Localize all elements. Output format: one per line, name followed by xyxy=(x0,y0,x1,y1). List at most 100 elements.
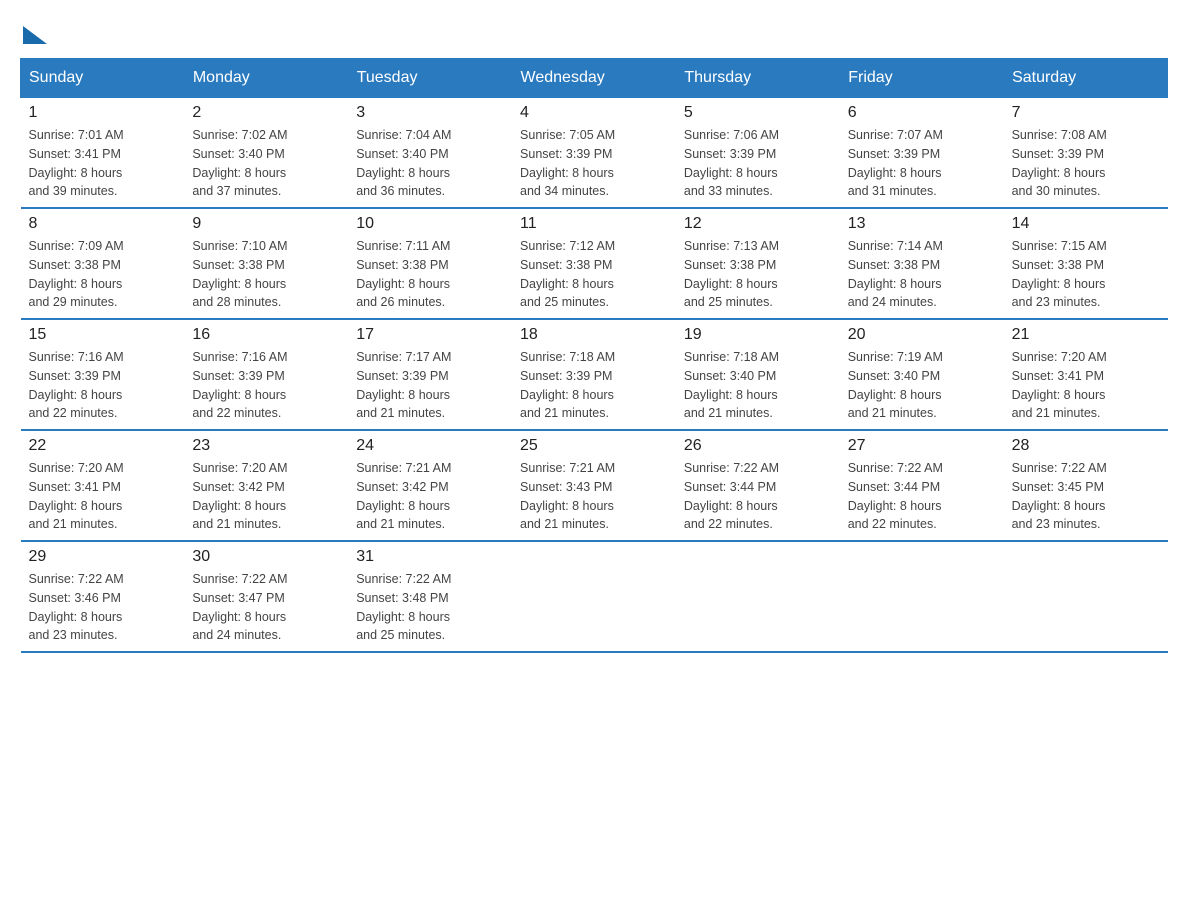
day-info: Sunrise: 7:22 AMSunset: 3:47 PMDaylight:… xyxy=(192,570,340,645)
day-info: Sunrise: 7:18 AMSunset: 3:40 PMDaylight:… xyxy=(684,348,832,423)
day-number: 7 xyxy=(1012,104,1160,122)
day-info: Sunrise: 7:20 AMSunset: 3:41 PMDaylight:… xyxy=(29,459,177,534)
page-header xyxy=(20,20,1168,42)
calendar-week-row: 15 Sunrise: 7:16 AMSunset: 3:39 PMDaylig… xyxy=(21,319,1168,430)
calendar-cell: 28 Sunrise: 7:22 AMSunset: 3:45 PMDaylig… xyxy=(1004,430,1168,541)
calendar-cell: 4 Sunrise: 7:05 AMSunset: 3:39 PMDayligh… xyxy=(512,98,676,209)
calendar-cell: 20 Sunrise: 7:19 AMSunset: 3:40 PMDaylig… xyxy=(840,319,1004,430)
calendar-cell: 25 Sunrise: 7:21 AMSunset: 3:43 PMDaylig… xyxy=(512,430,676,541)
calendar-cell: 12 Sunrise: 7:13 AMSunset: 3:38 PMDaylig… xyxy=(676,208,840,319)
day-info: Sunrise: 7:11 AMSunset: 3:38 PMDaylight:… xyxy=(356,237,504,312)
day-info: Sunrise: 7:15 AMSunset: 3:38 PMDaylight:… xyxy=(1012,237,1160,312)
calendar-cell: 6 Sunrise: 7:07 AMSunset: 3:39 PMDayligh… xyxy=(840,98,1004,209)
day-info: Sunrise: 7:02 AMSunset: 3:40 PMDaylight:… xyxy=(192,126,340,201)
day-info: Sunrise: 7:13 AMSunset: 3:38 PMDaylight:… xyxy=(684,237,832,312)
day-info: Sunrise: 7:01 AMSunset: 3:41 PMDaylight:… xyxy=(29,126,177,201)
weekday-header-friday: Friday xyxy=(840,59,1004,98)
calendar-cell: 9 Sunrise: 7:10 AMSunset: 3:38 PMDayligh… xyxy=(184,208,348,319)
calendar-cell xyxy=(840,541,1004,652)
day-info: Sunrise: 7:18 AMSunset: 3:39 PMDaylight:… xyxy=(520,348,668,423)
calendar-cell: 21 Sunrise: 7:20 AMSunset: 3:41 PMDaylig… xyxy=(1004,319,1168,430)
calendar-cell: 24 Sunrise: 7:21 AMSunset: 3:42 PMDaylig… xyxy=(348,430,512,541)
calendar-cell: 1 Sunrise: 7:01 AMSunset: 3:41 PMDayligh… xyxy=(21,98,185,209)
day-number: 21 xyxy=(1012,326,1160,344)
day-info: Sunrise: 7:20 AMSunset: 3:41 PMDaylight:… xyxy=(1012,348,1160,423)
calendar-cell: 14 Sunrise: 7:15 AMSunset: 3:38 PMDaylig… xyxy=(1004,208,1168,319)
calendar-cell xyxy=(676,541,840,652)
calendar-cell: 27 Sunrise: 7:22 AMSunset: 3:44 PMDaylig… xyxy=(840,430,1004,541)
day-info: Sunrise: 7:05 AMSunset: 3:39 PMDaylight:… xyxy=(520,126,668,201)
calendar-cell: 13 Sunrise: 7:14 AMSunset: 3:38 PMDaylig… xyxy=(840,208,1004,319)
day-info: Sunrise: 7:10 AMSunset: 3:38 PMDaylight:… xyxy=(192,237,340,312)
weekday-header-saturday: Saturday xyxy=(1004,59,1168,98)
calendar-cell: 8 Sunrise: 7:09 AMSunset: 3:38 PMDayligh… xyxy=(21,208,185,319)
calendar-cell: 3 Sunrise: 7:04 AMSunset: 3:40 PMDayligh… xyxy=(348,98,512,209)
weekday-header-sunday: Sunday xyxy=(21,59,185,98)
weekday-header-row: SundayMondayTuesdayWednesdayThursdayFrid… xyxy=(21,59,1168,98)
day-number: 10 xyxy=(356,215,504,233)
calendar-cell: 7 Sunrise: 7:08 AMSunset: 3:39 PMDayligh… xyxy=(1004,98,1168,209)
weekday-header-wednesday: Wednesday xyxy=(512,59,676,98)
day-number: 28 xyxy=(1012,437,1160,455)
weekday-header-tuesday: Tuesday xyxy=(348,59,512,98)
day-info: Sunrise: 7:20 AMSunset: 3:42 PMDaylight:… xyxy=(192,459,340,534)
day-number: 9 xyxy=(192,215,340,233)
calendar-cell xyxy=(512,541,676,652)
calendar-cell: 17 Sunrise: 7:17 AMSunset: 3:39 PMDaylig… xyxy=(348,319,512,430)
weekday-header-thursday: Thursday xyxy=(676,59,840,98)
day-number: 11 xyxy=(520,215,668,233)
day-number: 3 xyxy=(356,104,504,122)
day-number: 24 xyxy=(356,437,504,455)
day-info: Sunrise: 7:12 AMSunset: 3:38 PMDaylight:… xyxy=(520,237,668,312)
day-number: 25 xyxy=(520,437,668,455)
day-info: Sunrise: 7:16 AMSunset: 3:39 PMDaylight:… xyxy=(29,348,177,423)
calendar-cell: 23 Sunrise: 7:20 AMSunset: 3:42 PMDaylig… xyxy=(184,430,348,541)
day-number: 8 xyxy=(29,215,177,233)
day-number: 5 xyxy=(684,104,832,122)
day-number: 31 xyxy=(356,548,504,566)
calendar-cell: 15 Sunrise: 7:16 AMSunset: 3:39 PMDaylig… xyxy=(21,319,185,430)
calendar-week-row: 8 Sunrise: 7:09 AMSunset: 3:38 PMDayligh… xyxy=(21,208,1168,319)
day-info: Sunrise: 7:22 AMSunset: 3:44 PMDaylight:… xyxy=(684,459,832,534)
day-number: 27 xyxy=(848,437,996,455)
day-number: 6 xyxy=(848,104,996,122)
day-number: 19 xyxy=(684,326,832,344)
day-number: 2 xyxy=(192,104,340,122)
day-info: Sunrise: 7:04 AMSunset: 3:40 PMDaylight:… xyxy=(356,126,504,201)
calendar-week-row: 29 Sunrise: 7:22 AMSunset: 3:46 PMDaylig… xyxy=(21,541,1168,652)
day-info: Sunrise: 7:22 AMSunset: 3:46 PMDaylight:… xyxy=(29,570,177,645)
day-number: 29 xyxy=(29,548,177,566)
day-info: Sunrise: 7:21 AMSunset: 3:43 PMDaylight:… xyxy=(520,459,668,534)
calendar-cell: 31 Sunrise: 7:22 AMSunset: 3:48 PMDaylig… xyxy=(348,541,512,652)
day-number: 4 xyxy=(520,104,668,122)
calendar-week-row: 22 Sunrise: 7:20 AMSunset: 3:41 PMDaylig… xyxy=(21,430,1168,541)
logo-arrow-icon xyxy=(23,26,47,44)
calendar-cell: 5 Sunrise: 7:06 AMSunset: 3:39 PMDayligh… xyxy=(676,98,840,209)
calendar-cell xyxy=(1004,541,1168,652)
day-info: Sunrise: 7:22 AMSunset: 3:44 PMDaylight:… xyxy=(848,459,996,534)
day-info: Sunrise: 7:16 AMSunset: 3:39 PMDaylight:… xyxy=(192,348,340,423)
day-number: 30 xyxy=(192,548,340,566)
calendar-cell: 18 Sunrise: 7:18 AMSunset: 3:39 PMDaylig… xyxy=(512,319,676,430)
day-number: 17 xyxy=(356,326,504,344)
calendar-cell: 26 Sunrise: 7:22 AMSunset: 3:44 PMDaylig… xyxy=(676,430,840,541)
calendar-table: SundayMondayTuesdayWednesdayThursdayFrid… xyxy=(20,58,1168,653)
day-info: Sunrise: 7:21 AMSunset: 3:42 PMDaylight:… xyxy=(356,459,504,534)
day-info: Sunrise: 7:06 AMSunset: 3:39 PMDaylight:… xyxy=(684,126,832,201)
day-number: 12 xyxy=(684,215,832,233)
day-number: 14 xyxy=(1012,215,1160,233)
day-info: Sunrise: 7:19 AMSunset: 3:40 PMDaylight:… xyxy=(848,348,996,423)
logo xyxy=(20,20,47,42)
day-number: 26 xyxy=(684,437,832,455)
day-info: Sunrise: 7:08 AMSunset: 3:39 PMDaylight:… xyxy=(1012,126,1160,201)
day-info: Sunrise: 7:14 AMSunset: 3:38 PMDaylight:… xyxy=(848,237,996,312)
calendar-cell: 19 Sunrise: 7:18 AMSunset: 3:40 PMDaylig… xyxy=(676,319,840,430)
day-number: 16 xyxy=(192,326,340,344)
day-info: Sunrise: 7:17 AMSunset: 3:39 PMDaylight:… xyxy=(356,348,504,423)
calendar-cell: 2 Sunrise: 7:02 AMSunset: 3:40 PMDayligh… xyxy=(184,98,348,209)
calendar-week-row: 1 Sunrise: 7:01 AMSunset: 3:41 PMDayligh… xyxy=(21,98,1168,209)
calendar-cell: 10 Sunrise: 7:11 AMSunset: 3:38 PMDaylig… xyxy=(348,208,512,319)
day-number: 15 xyxy=(29,326,177,344)
day-number: 20 xyxy=(848,326,996,344)
calendar-cell: 29 Sunrise: 7:22 AMSunset: 3:46 PMDaylig… xyxy=(21,541,185,652)
